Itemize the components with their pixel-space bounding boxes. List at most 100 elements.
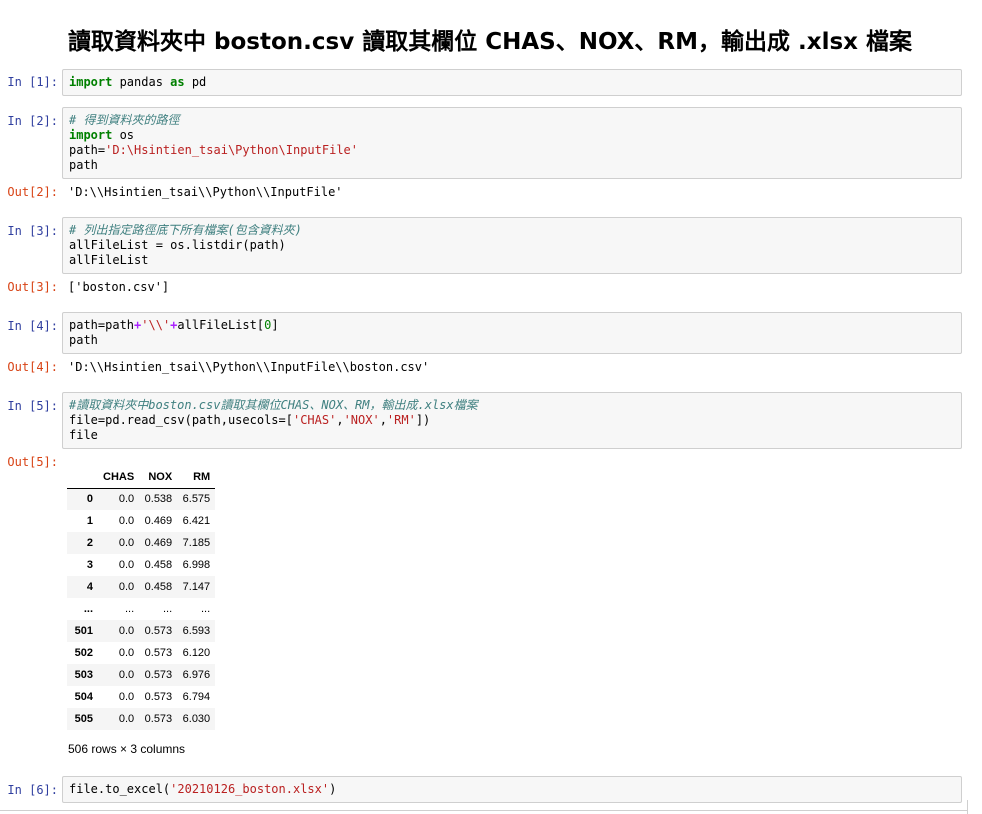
cell-chas: 0.0: [118, 647, 135, 659]
cell-nox: 0.573: [144, 647, 173, 659]
in-prompt-4: In [4]:: [7, 319, 58, 333]
out-prompt-4: Out[4]:: [7, 360, 58, 374]
notebook-title: 讀取資料夾中 boston.csv 讀取其欄位 CHAS、NOX、RM，輸出成 …: [68, 29, 913, 55]
table-row: 2 0.0 0.469 7.185: [67, 532, 216, 554]
cell-rm: 6.421: [182, 515, 211, 527]
table-row-ellipsis: ............: [67, 598, 215, 620]
cell-nox: 0.538: [144, 493, 173, 506]
code-text: path: [69, 158, 98, 172]
keyword: import: [69, 128, 113, 142]
cell-rm: 6.794: [182, 691, 211, 703]
string-literal: '20210126_boston.xlsx': [170, 782, 330, 796]
notebook-right-border: [967, 800, 968, 814]
row-index: 501: [74, 625, 93, 637]
output-3: ['boston.csv']: [68, 280, 170, 294]
cell-chas: ...: [125, 603, 135, 615]
code-text: allFileList[: [177, 318, 265, 332]
cell-rm: ...: [201, 603, 211, 615]
code-text: path=path: [69, 318, 135, 332]
column-header-nox: NOX: [139, 466, 178, 489]
cell-chas: 0.0: [118, 581, 135, 593]
table-row: 0 0.0 0.538 6.575: [67, 488, 216, 510]
keyword: as: [170, 75, 185, 89]
notebook-bottom-border: [0, 810, 968, 811]
string-literal: '\\': [141, 318, 171, 332]
cell-rm: 6.120: [182, 647, 211, 659]
table-row: 505 0.0 0.573 6.030: [67, 708, 216, 730]
in-prompt-6: In [6]:: [7, 783, 58, 797]
string-literal: 'RM': [386, 413, 416, 427]
cell-rm: 6.593: [182, 625, 211, 637]
cell-chas: 0.0: [118, 669, 135, 681]
cell-nox: 0.469: [144, 515, 173, 527]
cell-nox: 0.469: [144, 537, 173, 549]
code-text: ,: [379, 413, 387, 427]
out-prompt-5: Out[5]:: [7, 455, 58, 469]
row-index: 504: [74, 691, 93, 703]
code-text: ): [329, 782, 337, 796]
table-row: 4 0.0 0.458 7.147: [67, 576, 216, 598]
code-cell-5[interactable]: #讀取資料夾中boston.csv讀取其欄位CHAS、NOX、RM，輸出成.xl…: [62, 392, 962, 449]
row-index: 2: [86, 537, 93, 549]
out-prompt-3: Out[3]:: [7, 280, 58, 294]
in-prompt-5: In [5]:: [7, 399, 58, 413]
code-cell-4[interactable]: path=path+'\\'+allFileList[0] path: [62, 312, 962, 354]
code-cell-6[interactable]: file.to_excel('20210126_boston.xlsx'): [62, 776, 962, 803]
output-2: 'D:\\Hsintien_tsai\\Python\\InputFile': [68, 185, 343, 199]
code-cell-1[interactable]: import pandas as pd: [62, 69, 962, 96]
cell-chas: 0.0: [118, 559, 135, 571]
code-text: pandas: [112, 75, 171, 89]
in-prompt-3: In [3]:: [7, 224, 58, 238]
code-text: path: [69, 333, 98, 347]
cell-rm: 6.998: [182, 559, 211, 571]
index-header: [67, 466, 98, 489]
in-prompt-2: In [2]:: [7, 114, 58, 128]
code-text: path=: [69, 143, 106, 157]
code-text: allFileList: [69, 253, 149, 267]
cell-nox: 0.458: [144, 559, 173, 571]
string-literal: 'D:\Hsintien_tsai\Python\InputFile': [105, 143, 358, 157]
cell-rm: 6.575: [182, 493, 211, 506]
cell-nox: 0.458: [144, 581, 173, 593]
row-index: 3: [86, 559, 93, 571]
table-row: 501 0.0 0.573 6.593: [67, 620, 216, 642]
cell-nox: 0.573: [144, 713, 173, 725]
table-row: 502 0.0 0.573 6.120: [67, 642, 215, 664]
out-prompt-2: Out[2]:: [7, 185, 58, 199]
cell-chas: 0.0: [118, 713, 135, 725]
table-row: 1 0.0 0.469 6.421: [67, 510, 215, 532]
code-text: file=pd.read_csv(path,usecols=[: [69, 413, 293, 427]
code-text: os: [112, 128, 135, 142]
table-header-row: CHAS NOX RM: [67, 466, 216, 489]
table-row: 504 0.0 0.573 6.794: [67, 686, 215, 708]
cell-chas: 0.0: [118, 537, 135, 549]
cell-chas: 0.0: [118, 493, 135, 506]
keyword: import: [69, 75, 113, 89]
code-text: ]): [415, 413, 431, 427]
table-row: 3 0.0 0.458 6.998: [67, 554, 215, 576]
code-text: ,: [336, 413, 344, 427]
cell-chas: 0.0: [118, 515, 135, 527]
dataframe-table: CHAS NOX RM 0 0.0 0.538 6.575 1 0.0 0.469 6.42…: [67, 466, 216, 730]
cell-rm: 7.185: [182, 537, 211, 549]
cell-nox: 0.573: [144, 691, 173, 703]
row-index: 503: [74, 669, 93, 681]
table-row: 503 0.0 0.573 6.976: [67, 664, 216, 686]
cell-nox: ...: [163, 603, 173, 615]
row-index: ...: [83, 603, 93, 615]
cell-rm: 7.147: [182, 581, 211, 593]
in-prompt-1: In [1]:: [7, 75, 58, 89]
code-text: pd: [184, 75, 207, 89]
string-literal: 'NOX': [343, 413, 380, 427]
cell-nox: 0.573: [144, 625, 173, 637]
code-cell-3[interactable]: # 列出指定路徑底下所有檔案(包含資料夾) allFileList = os.l…: [62, 217, 962, 274]
row-index: 502: [74, 647, 93, 659]
row-index: 4: [86, 581, 93, 593]
code-cell-2[interactable]: # 得到資料夾的路徑 import os path='D:\Hsintien_t…: [62, 107, 962, 179]
code-comment: # 列出指定路徑底下所有檔案(包含資料夾): [69, 223, 302, 237]
code-comment: #讀取資料夾中boston.csv讀取其欄位CHAS、NOX、RM，輸出成.xl…: [69, 398, 478, 412]
code-text: allFileList = os.listdir(path): [69, 238, 286, 252]
code-text: file.to_excel(: [69, 782, 171, 796]
cell-chas: 0.0: [118, 691, 135, 703]
cell-nox: 0.573: [144, 669, 173, 681]
